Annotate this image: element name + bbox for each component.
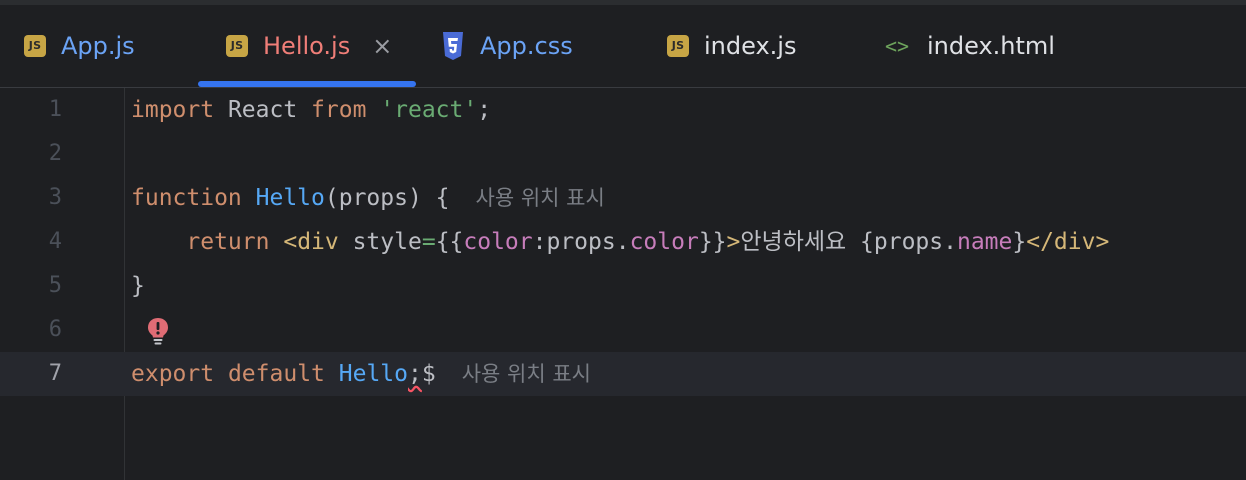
html-file-icon: <> bbox=[884, 34, 910, 58]
tab-index-html[interactable]: <> index.html bbox=[882, 5, 1055, 87]
usages-hint[interactable]: 사용 위치 표시 bbox=[476, 186, 605, 210]
token-string: 'react' bbox=[380, 97, 478, 123]
token-property: color bbox=[463, 229, 533, 255]
tab-label: Hello.js bbox=[263, 32, 351, 60]
tab-hello-js[interactable]: JS Hello.js × bbox=[226, 5, 392, 87]
token-function: Hello bbox=[255, 185, 325, 211]
close-icon[interactable]: × bbox=[372, 32, 392, 60]
token-brace: } bbox=[1012, 229, 1027, 255]
token-keyword: return bbox=[186, 229, 270, 255]
code-line[interactable]: 6 bbox=[0, 308, 1246, 352]
tab-index-js[interactable]: JS index.js bbox=[667, 5, 796, 87]
code-text[interactable]: return <div style={{color:props.color}}>… bbox=[131, 220, 1109, 264]
tab-label: App.js bbox=[61, 32, 135, 60]
code-text[interactable]: function Hello(props) { 사용 위치 표시 bbox=[131, 176, 605, 220]
error-bulb-icon[interactable] bbox=[145, 316, 171, 346]
code-line[interactable]: 5 } bbox=[0, 264, 1246, 308]
code-editor[interactable]: 1 import React from 'react'; 2 3 functio… bbox=[0, 88, 1246, 480]
tab-app-js[interactable]: JS App.js bbox=[24, 5, 135, 87]
code-line[interactable]: 4 return <div style={{color:props.color}… bbox=[0, 220, 1246, 264]
token-punct: ; bbox=[477, 97, 492, 123]
tab-label: index.js bbox=[704, 32, 797, 60]
token-keyword: from bbox=[311, 97, 367, 123]
token-property: name bbox=[956, 229, 1013, 255]
token-text: 안녕하세요 {props. bbox=[740, 229, 957, 255]
token-tag: > bbox=[726, 229, 741, 255]
token-function: Hello bbox=[338, 361, 408, 387]
code-text[interactable]: export default Hello;$ 사용 위치 표시 bbox=[131, 352, 591, 396]
js-file-icon: JS bbox=[667, 35, 689, 57]
token-plain: $ bbox=[421, 361, 436, 387]
line-number: 2 bbox=[48, 141, 62, 166]
js-file-icon: JS bbox=[226, 35, 248, 57]
token-keyword: function bbox=[131, 185, 242, 211]
code-line-current[interactable]: 7 export default Hello;$ 사용 위치 표시 bbox=[0, 352, 1246, 396]
token-plain: (props) { bbox=[324, 185, 450, 211]
token-keyword: default bbox=[227, 361, 325, 387]
token-attr: style bbox=[338, 229, 422, 255]
code-line[interactable]: 1 import React from 'react'; bbox=[0, 88, 1246, 132]
line-number: 5 bbox=[48, 273, 62, 298]
code-text[interactable]: } bbox=[131, 264, 145, 308]
token-brace: {{ bbox=[435, 229, 464, 255]
tab-label: index.html bbox=[927, 32, 1055, 60]
tab-label: App.css bbox=[480, 32, 573, 60]
token-tag: </div> bbox=[1026, 229, 1110, 255]
token-property: color bbox=[629, 229, 699, 255]
token-keyword: export bbox=[131, 361, 215, 387]
css-file-icon bbox=[441, 31, 465, 61]
code-line[interactable]: 3 function Hello(props) { 사용 위치 표시 bbox=[0, 176, 1246, 220]
code-line[interactable]: 2 bbox=[0, 132, 1246, 176]
js-file-icon: JS bbox=[24, 35, 46, 57]
token-plain: :props. bbox=[532, 229, 630, 255]
line-number: 1 bbox=[48, 97, 62, 122]
line-number: 6 bbox=[48, 317, 62, 342]
error-squiggle: ; bbox=[408, 361, 422, 387]
active-tab-indicator bbox=[198, 81, 416, 87]
code-text[interactable]: import React from 'react'; bbox=[131, 88, 491, 132]
token-plain: React bbox=[214, 97, 312, 123]
token-tag: <div bbox=[283, 229, 339, 255]
line-number: 4 bbox=[48, 229, 62, 254]
tab-app-css[interactable]: App.css bbox=[441, 5, 573, 87]
line-number: 7 bbox=[48, 361, 62, 386]
token-eq: = bbox=[421, 229, 436, 255]
token-brace: } bbox=[131, 273, 145, 299]
usages-hint[interactable]: 사용 위치 표시 bbox=[462, 362, 591, 386]
token-keyword: import bbox=[131, 97, 215, 123]
line-number: 3 bbox=[48, 185, 62, 210]
editor-tab-bar: JS App.js JS Hello.js × App.css JS index… bbox=[0, 5, 1246, 88]
token-brace: }} bbox=[698, 229, 727, 255]
